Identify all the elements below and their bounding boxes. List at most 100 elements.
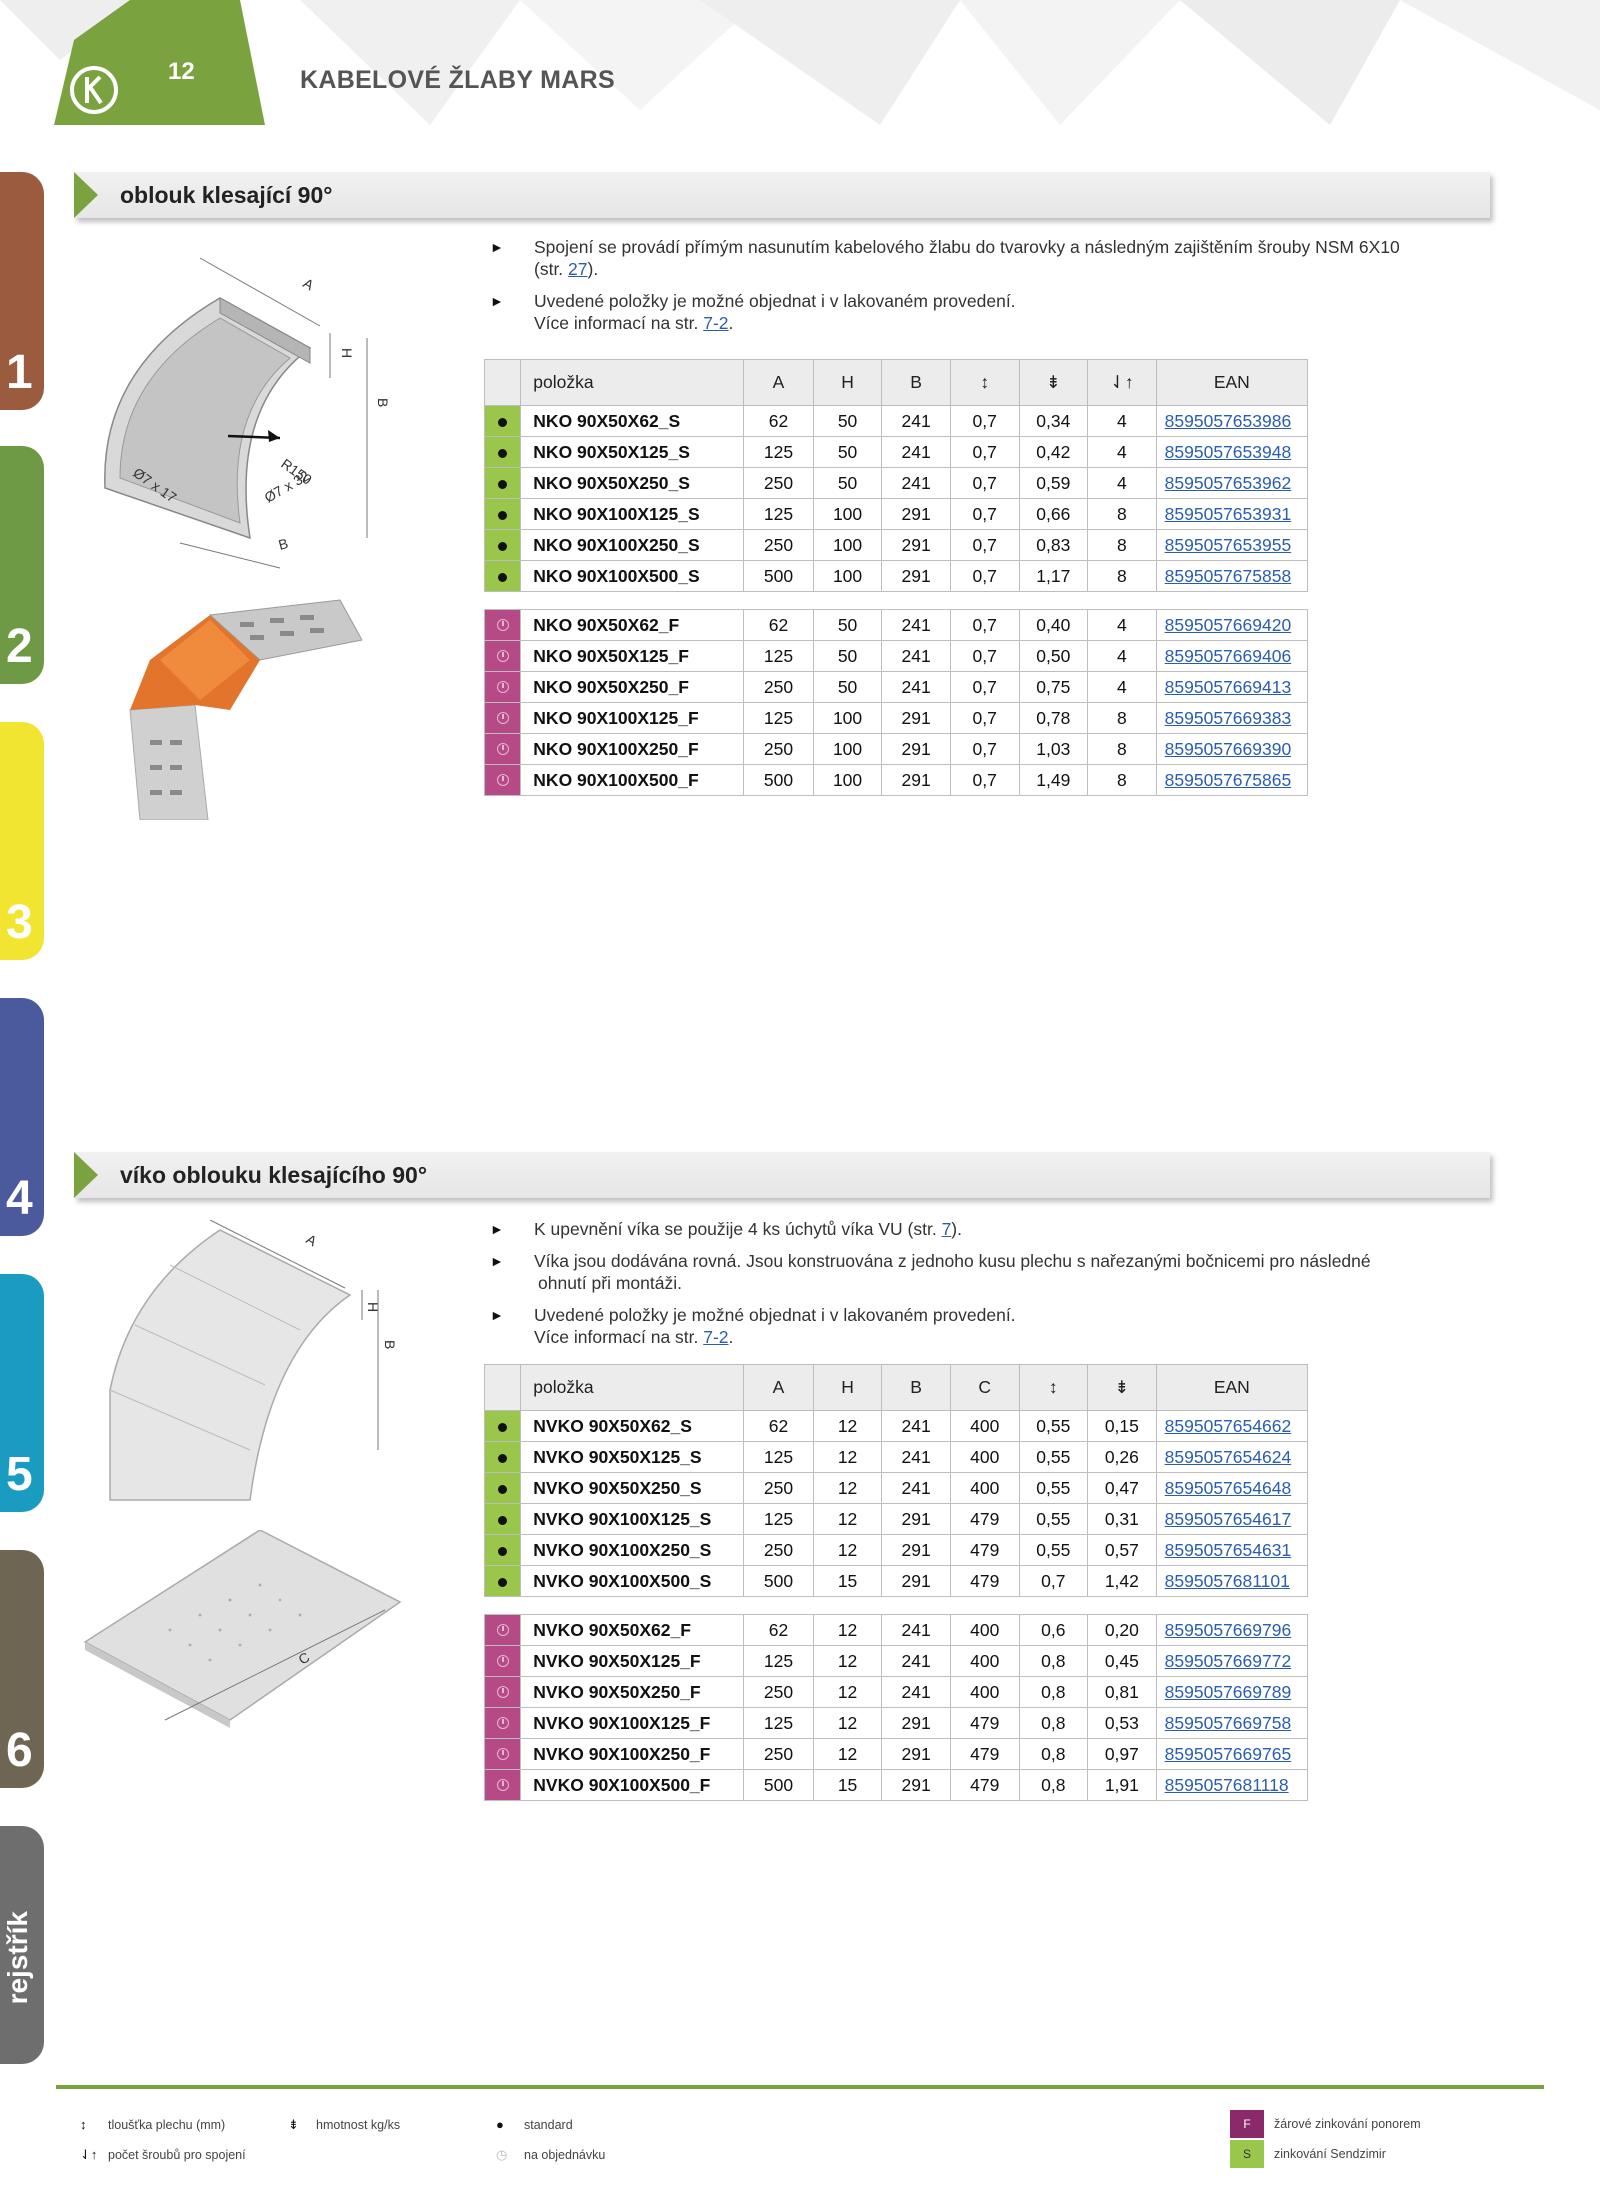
ean-link[interactable]: 8595057681101 [1165, 1571, 1290, 1591]
ean-link[interactable]: 8595057669758 [1165, 1713, 1292, 1733]
side-tab-5[interactable]: 5 [0, 1274, 44, 1512]
product-code: NVKO 90X100X125_S [520, 1503, 745, 1535]
ean-link[interactable]: 8595057654631 [1165, 1540, 1292, 1560]
clock-icon [496, 680, 509, 693]
ean-link[interactable]: 8595057669796 [1165, 1620, 1292, 1640]
ean-link[interactable]: 8595057654648 [1165, 1478, 1292, 1498]
section-header-bend: oblouk klesající 90° [74, 172, 1490, 218]
thickness-icon: ↕ [949, 359, 1020, 406]
clock-icon [496, 1685, 509, 1698]
page-link[interactable]: 27 [568, 259, 587, 279]
thickness-icon: ↕ [1018, 1364, 1089, 1411]
ean-link[interactable]: 8595057653955 [1165, 535, 1292, 555]
table-cell: 0,57 [1087, 1534, 1157, 1566]
ean-link[interactable]: 8595057653986 [1165, 411, 1292, 431]
ean-link[interactable]: 8595057681118 [1165, 1775, 1289, 1795]
ean-link[interactable]: 8595057669420 [1165, 615, 1292, 635]
table-cell: 0,47 [1087, 1472, 1157, 1504]
bullet-painted: ► Uvedené položky je možné objednat i v … [490, 1305, 1016, 1347]
product-code: NVKO 90X50X62_S [520, 1410, 745, 1442]
side-tab-3[interactable]: 3 [0, 722, 44, 960]
dim-label-b-side: B [375, 398, 391, 407]
ean-link[interactable]: 8595057669789 [1165, 1682, 1292, 1702]
dot-icon [498, 1484, 508, 1494]
standard-marker [483, 1410, 522, 1442]
ean-link[interactable]: 8595057669772 [1165, 1651, 1292, 1671]
bend-technical-drawing: A H B R150 Ø7 x 17 Ø7 x 32 B [104, 257, 391, 569]
side-tab-2[interactable]: 2 [0, 446, 44, 684]
ean-cell: 8595057654624 [1155, 1441, 1309, 1473]
product-code: NVKO 90X100X250_F [520, 1738, 745, 1770]
standard-marker [483, 498, 522, 530]
table-cell: 0,55 [1018, 1472, 1089, 1504]
table-cell: 0,8 [1018, 1738, 1089, 1770]
dot-icon [498, 510, 508, 520]
standard-marker [483, 1472, 522, 1504]
dim-label-a: A [304, 1231, 321, 1250]
table-cell: 0,7 [949, 498, 1020, 530]
col-header: A [743, 359, 814, 406]
table-cell: 0,6 [1018, 1614, 1089, 1646]
ean-link[interactable]: 8595057654617 [1165, 1509, 1292, 1529]
table-cell: 241 [881, 1472, 951, 1504]
page-link[interactable]: 7-2 [703, 313, 728, 333]
side-tab-1[interactable]: 1 [0, 172, 44, 410]
ean-cell: 8595057669383 [1155, 702, 1309, 734]
ean-link[interactable]: 8595057675865 [1165, 770, 1292, 790]
table-cell: 291 [881, 1707, 951, 1739]
table-row: NKO 90X100X250_F 250 100 291 0,7 1,03 8 8595057… [483, 733, 1309, 765]
col-header: A [743, 1364, 814, 1411]
section-arrow-icon [74, 172, 98, 218]
ean-link[interactable]: 8595057669390 [1165, 739, 1292, 759]
table-cell: 0,15 [1087, 1410, 1157, 1442]
ean-link[interactable]: 8595057669406 [1165, 646, 1292, 666]
table-cell: 125 [743, 1645, 814, 1677]
ean-link[interactable]: 8595057675858 [1165, 566, 1292, 586]
page-link[interactable]: 7-2 [703, 1327, 728, 1347]
table-cell: 0,45 [1087, 1645, 1157, 1677]
table-cell: 12 [812, 1441, 883, 1473]
table-cell: 8 [1087, 498, 1157, 530]
side-tab-4[interactable]: 4 [0, 998, 44, 1236]
table-cell: 4 [1087, 609, 1157, 641]
table-cell: 241 [881, 1676, 951, 1708]
dot-icon [498, 1577, 508, 1587]
bullet-painted: ► Uvedené položky je možné objednat i v … [490, 291, 1016, 333]
section-title: oblouk klesající 90° [120, 182, 333, 208]
ean-link[interactable]: 8595057653948 [1165, 442, 1292, 462]
table-cell: 0,8 [1018, 1707, 1089, 1739]
bullet-arrow-icon: ► [490, 293, 504, 309]
ean-link[interactable]: 8595057653931 [1165, 504, 1292, 524]
table-cell: 50 [812, 467, 883, 499]
table-row: NVKO 90X50X250_S 250 12 241 400 0,55 0,47 85950… [483, 1472, 1309, 1504]
ean-link[interactable]: 8595057669383 [1165, 708, 1292, 728]
ean-link[interactable]: 8595057669765 [1165, 1744, 1292, 1764]
side-tab-6[interactable]: 6 [0, 1550, 44, 1788]
table-cell: 12 [812, 1472, 883, 1504]
table-cell: 400 [949, 1676, 1020, 1708]
table-cell: 50 [812, 436, 883, 468]
ean-link[interactable]: 8595057654662 [1165, 1416, 1292, 1436]
table-cell: 4 [1087, 467, 1157, 499]
ean-link[interactable]: 8595057669413 [1165, 677, 1292, 697]
page-link[interactable]: 7 [942, 1219, 952, 1239]
ean-link[interactable]: 8595057654624 [1165, 1447, 1292, 1467]
table-row: NKO 90X50X62_F 62 50 241 0,7 0,40 4 85950576694… [483, 609, 1309, 641]
weight-icon: ⇟ [288, 2117, 299, 2132]
dot-icon [498, 1546, 508, 1556]
section-header-cover: víko oblouku klesajícího 90° [74, 1152, 1490, 1198]
table-cell: 291 [881, 1534, 951, 1566]
page-number: 12 [168, 58, 195, 85]
ean-cell: 8595057653931 [1155, 498, 1309, 530]
table-cell: 241 [881, 1441, 951, 1473]
ean-link[interactable]: 8595057653962 [1165, 473, 1292, 493]
product-code: NKO 90X50X62_S [520, 405, 745, 437]
side-tab-index[interactable]: rejstřík [0, 1826, 44, 2064]
table-cell: 0,8 [1018, 1645, 1089, 1677]
table-cell: 400 [949, 1614, 1020, 1646]
table-cell: 250 [743, 467, 814, 499]
table-cell: 8 [1087, 529, 1157, 561]
table-cell: 12 [812, 1614, 883, 1646]
table-cell: 0,7 [949, 436, 1020, 468]
col-header: H [812, 1364, 883, 1411]
